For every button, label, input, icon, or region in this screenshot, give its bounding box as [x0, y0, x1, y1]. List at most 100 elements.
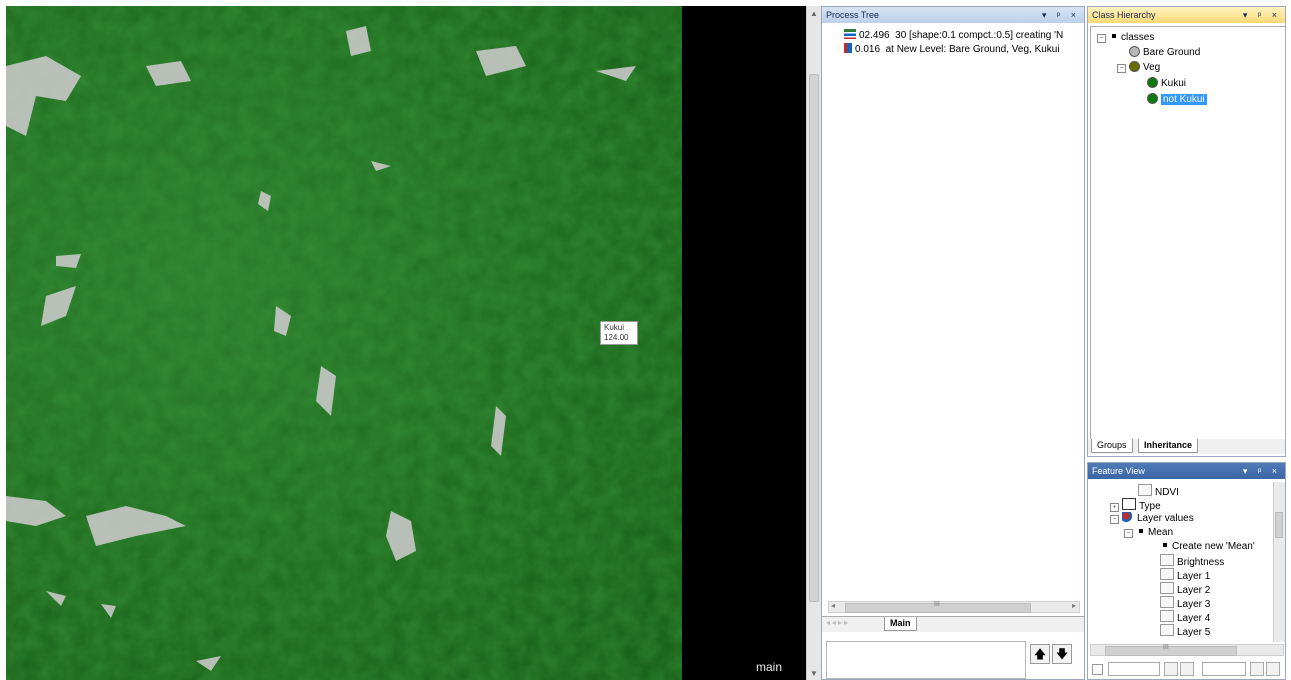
feature-item-type[interactable]: + Type — [1110, 498, 1161, 513]
feature-item-layer-1[interactable]: Layer 1 — [1160, 568, 1210, 583]
next-button[interactable] — [1180, 662, 1194, 676]
class-item-not-kukui[interactable]: not Kukui — [1147, 93, 1207, 106]
process-tree-tabs: ◂◂▸▸ Main — [822, 616, 1084, 632]
collapse-icon[interactable]: − — [1110, 515, 1119, 524]
feature-item-layer-3[interactable]: Layer 3 — [1160, 596, 1210, 611]
feature-view-vscroll[interactable] — [1273, 482, 1285, 642]
map-tooltip: Kukui 124.00 — [600, 321, 638, 345]
process-input-box[interactable] — [826, 641, 1026, 679]
map-texture — [6, 6, 682, 680]
class-hierarchy-panel: Class Hierarchy ▾ ᵖ × − classes Bare Grou… — [1087, 6, 1286, 457]
move-down-icon[interactable]: 🡇 — [1052, 644, 1072, 664]
class-label: Kukui — [1161, 78, 1187, 89]
cube-icon — [1122, 498, 1136, 510]
scroll-left-arrow-icon[interactable]: ◂ — [831, 601, 835, 610]
collapse-icon[interactable]: − — [1117, 64, 1126, 73]
class-label: not Kukui — [1161, 94, 1207, 105]
feature-label: NDVI — [1155, 487, 1179, 498]
feature-label: Type — [1139, 501, 1161, 512]
class-color-icon — [1129, 61, 1140, 72]
scroll-down-arrow-icon[interactable]: ▼ — [810, 669, 818, 678]
tab-nav-arrows-icon[interactable]: ◂◂▸▸ — [826, 618, 850, 627]
vegetation-texture — [6, 6, 682, 680]
collapse-icon[interactable]: − — [1124, 529, 1133, 538]
tab-inheritance[interactable]: Inheritance — [1138, 439, 1199, 453]
process-tree-titlebar: Process Tree ▾ ᵖ × — [822, 7, 1084, 23]
feature-view-titlebar: Feature View ▾ ᵖ × — [1088, 463, 1285, 479]
class-label: Veg — [1143, 62, 1161, 73]
scroll-up-arrow-icon[interactable]: ▲ — [810, 9, 818, 18]
feature-label: Brightness — [1177, 557, 1225, 568]
main-view-scrollbar[interactable]: ▲ ▼ — [806, 6, 821, 680]
feature-chart-icon — [1160, 554, 1174, 566]
feature-item-create-mean[interactable]: Create new 'Mean' — [1160, 540, 1255, 553]
vscroll-thumb[interactable] — [1275, 512, 1283, 538]
checkbox[interactable] — [1092, 664, 1103, 675]
tree-root[interactable]: − classes — [1097, 31, 1154, 44]
process-tree-panel: Process Tree ▾ ᵖ × 02.496 30 [shape:0.1 … — [821, 6, 1085, 680]
move-up-icon[interactable]: 🡅 — [1030, 644, 1050, 664]
process-text: at New Level: Bare Ground, Veg, Kukui — [885, 44, 1060, 55]
map-view[interactable] — [6, 6, 682, 680]
feature-chart-icon — [1160, 568, 1174, 580]
panel-controls-icon[interactable]: ▾ ᵖ × — [1243, 463, 1281, 479]
value-field-2[interactable] — [1202, 662, 1246, 676]
feature-item-layer-5[interactable]: Layer 5 — [1160, 624, 1210, 639]
scroll-grip: III — [1163, 644, 1169, 651]
root-label: classes — [1121, 32, 1155, 43]
feature-view-toolbar — [1090, 661, 1284, 677]
feature-label: Layer 3 — [1177, 599, 1211, 610]
class-label: Bare Ground — [1143, 47, 1201, 58]
feature-label: Mean — [1148, 527, 1174, 538]
tab-groups[interactable]: Groups — [1091, 439, 1133, 453]
class-color-icon — [1147, 77, 1158, 88]
panel-controls-icon[interactable]: ▾ ᵖ × — [1243, 7, 1281, 23]
feature-view-hscroll[interactable]: III — [1090, 644, 1284, 656]
empty-view-area — [682, 6, 806, 680]
bullet-icon — [1163, 543, 1167, 547]
feature-chart-icon — [1160, 596, 1174, 608]
expand-icon[interactable]: + — [1110, 503, 1119, 512]
class-hierarchy-titlebar: Class Hierarchy ▾ ᵖ × — [1088, 7, 1285, 23]
bullet-icon — [1139, 529, 1143, 533]
next-button-2[interactable] — [1266, 662, 1280, 676]
feature-item-ndvi[interactable]: NDVI — [1138, 484, 1179, 499]
panel-controls-icon[interactable]: ▾ ᵖ × — [1042, 7, 1080, 23]
class-tree: − classes Bare Ground − Veg Kukui not Kuku… — [1090, 26, 1286, 440]
feature-item-brightness[interactable]: Brightness — [1160, 554, 1224, 569]
process-list-icon — [844, 29, 856, 39]
bullet-icon — [1112, 34, 1116, 38]
prev-button[interactable] — [1164, 662, 1178, 676]
feature-chart-icon — [1160, 624, 1174, 636]
feature-view-title: Feature View — [1092, 466, 1145, 476]
feature-item-layer-values[interactable]: − Layer values — [1110, 512, 1194, 525]
class-item-bare-ground[interactable]: Bare Ground — [1129, 46, 1200, 59]
class-hierarchy-tabs: Groups Inheritance — [1088, 439, 1285, 454]
prev-button-2[interactable] — [1250, 662, 1264, 676]
class-item-veg[interactable]: − Veg — [1117, 61, 1160, 74]
feature-label: Layer 2 — [1177, 585, 1211, 596]
tooltip-value: 124.00 — [604, 333, 629, 342]
feature-view-panel: Feature View ▾ ᵖ × NDVI + Type − Layer val… — [1087, 462, 1286, 680]
value-field[interactable] — [1108, 662, 1160, 676]
tooltip-class: Kukui — [604, 323, 625, 332]
scroll-right-arrow-icon[interactable]: ▸ — [1072, 601, 1076, 610]
feature-item-layer-4[interactable]: Layer 4 — [1160, 610, 1210, 625]
feature-label: Create new 'Mean' — [1172, 541, 1255, 552]
process-tree-hscroll[interactable]: ◂ III ▸ — [828, 601, 1080, 613]
process-row[interactable]: 02.496 30 [shape:0.1 compct.:0.5] creati… — [844, 29, 1063, 42]
feature-tree: NDVI + Type − Layer values − Mean Create ne… — [1090, 482, 1272, 642]
feature-item-layer-2[interactable]: Layer 2 — [1160, 582, 1210, 597]
scroll-grip: III — [934, 601, 940, 608]
feature-label: Layer values — [1137, 513, 1194, 524]
tab-main[interactable]: Main — [884, 617, 917, 631]
hscroll-thumb[interactable] — [1105, 646, 1237, 656]
process-time: 02.496 — [859, 30, 890, 41]
scroll-thumb[interactable] — [809, 74, 819, 602]
collapse-icon[interactable]: − — [1097, 34, 1106, 43]
feature-item-mean[interactable]: − Mean — [1124, 526, 1173, 539]
class-item-kukui[interactable]: Kukui — [1147, 77, 1186, 90]
feature-chart-icon — [1138, 484, 1152, 496]
class-hierarchy-title: Class Hierarchy — [1092, 10, 1156, 20]
process-row[interactable]: 0.016 at New Level: Bare Ground, Veg, Ku… — [844, 43, 1060, 56]
